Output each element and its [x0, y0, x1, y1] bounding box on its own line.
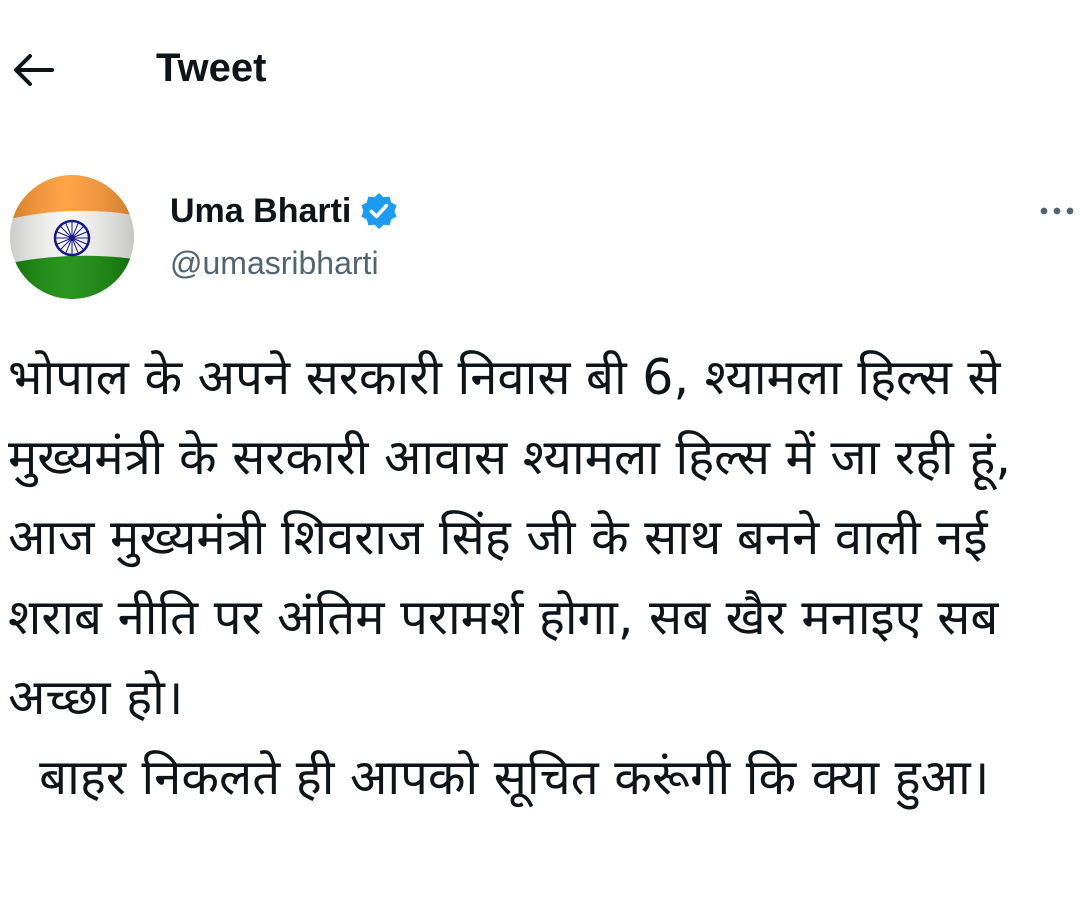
display-name: Uma Bharti: [170, 192, 352, 230]
back-button[interactable]: [8, 48, 56, 92]
indian-flag-avatar-icon: [10, 175, 134, 299]
display-name-link[interactable]: Uma Bharti: [170, 189, 399, 233]
avatar[interactable]: [10, 175, 134, 299]
user-handle[interactable]: @umasribharti: [170, 243, 379, 283]
page-title: Tweet: [156, 46, 267, 90]
top-app-bar: Tweet: [0, 0, 1080, 140]
more-options-button[interactable]: [1030, 193, 1080, 229]
arrow-left-icon: [14, 54, 54, 86]
verified-badge-icon: [361, 193, 397, 229]
tweet-author-row: Uma Bharti @umasribharti: [0, 165, 1080, 315]
more-options-icon: [1040, 207, 1074, 215]
tweet-text: भोपाल के अपने सरकारी निवास बी 6, श्यामला…: [8, 349, 1011, 806]
